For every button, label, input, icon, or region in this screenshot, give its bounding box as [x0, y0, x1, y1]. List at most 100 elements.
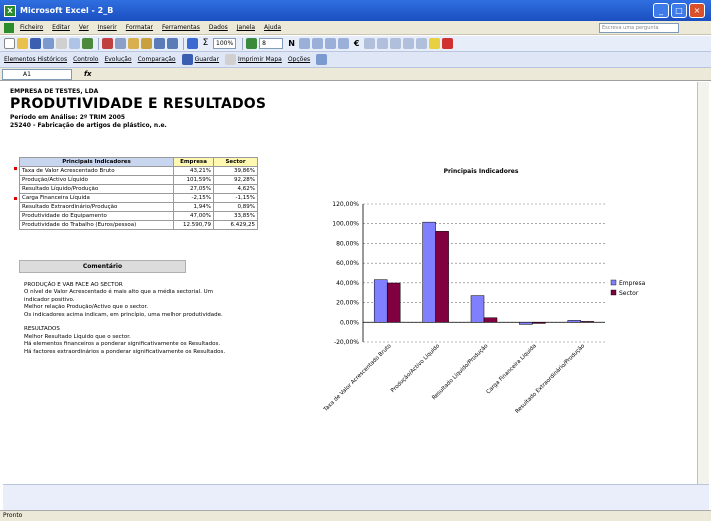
comment-line: O nível de Valor Acrescentado é mais alt…	[24, 289, 213, 296]
table-cell[interactable]: Produtividade do Equipamento	[19, 211, 174, 221]
align-right-icon[interactable]	[325, 38, 337, 49]
elementos-historicos-menu[interactable]: Elementos Históricos	[4, 56, 67, 63]
calendar-icon[interactable]	[316, 54, 328, 65]
comment-line: Há elementos financeiros a ponderar sign…	[24, 341, 221, 348]
paste-icon[interactable]	[128, 38, 139, 49]
open-icon[interactable]	[17, 38, 28, 49]
name-box[interactable]: A1	[2, 68, 72, 80]
table-row: Resultado Líquido/Produção 27,05% 4,62%	[19, 184, 258, 194]
table-row: Produtividade do Trabalho (Euros/pessoa)…	[19, 220, 258, 230]
indent-icon[interactable]	[390, 38, 402, 49]
opcoes-menu[interactable]: Opções	[288, 56, 310, 63]
table-cell[interactable]: Carga Financeira Líquida	[19, 193, 174, 203]
bold-button[interactable]: N	[286, 38, 297, 49]
imprimir-mapa-button[interactable]: Imprimir Mapa	[238, 56, 282, 63]
menu-inserir[interactable]: Inserir	[98, 24, 117, 31]
table-cell[interactable]: 1,94%	[173, 202, 214, 212]
table-cell[interactable]: Taxa de Valor Acrescentado Bruto	[19, 166, 174, 176]
hyperlink-icon[interactable]	[187, 38, 198, 49]
zoom-select[interactable]: 100%	[213, 38, 237, 49]
y-tick-label: 60,00%	[336, 260, 359, 267]
menu-editar[interactable]: Editar	[52, 24, 70, 31]
save-icon[interactable]	[30, 38, 41, 49]
x-category-label: Produção/Activo Líquido	[389, 342, 441, 394]
comentario-button[interactable]: Comentário	[19, 260, 186, 273]
table-cell[interactable]: -1,15%	[213, 193, 258, 203]
decimal-icon[interactable]	[377, 38, 389, 49]
currency-button[interactable]: €	[351, 38, 362, 49]
menu-ajuda[interactable]: Ajuda	[264, 24, 281, 31]
table-cell[interactable]: 4,62%	[213, 184, 258, 194]
worksheet[interactable]: EMPRESA DE TESTES, LDA PRODUTIVIDADE E R…	[3, 82, 696, 484]
close-button[interactable]: ×	[689, 3, 705, 18]
menu-formatar[interactable]: Formatar	[126, 24, 153, 31]
table-cell[interactable]: 92,28%	[213, 175, 258, 185]
font-size-select[interactable]: 8	[259, 38, 284, 49]
separator	[242, 37, 244, 50]
table-cell[interactable]: 12.590,79	[173, 220, 214, 230]
copy-icon[interactable]	[115, 38, 126, 49]
menu-ficheiro[interactable]: Ficheiro	[20, 24, 43, 31]
help-icon[interactable]	[246, 38, 258, 49]
table-cell[interactable]: 43,21%	[173, 166, 214, 176]
print-icon[interactable]	[56, 38, 67, 49]
table-cell[interactable]: Produção/Activo Líquido	[19, 175, 174, 185]
comment-indicator	[14, 197, 17, 200]
vertical-scrollbar[interactable]	[697, 82, 709, 484]
permission-icon[interactable]	[43, 38, 54, 49]
redo-icon[interactable]	[167, 38, 178, 49]
comment-line: Melhor relação Produção/Activo que o sec…	[24, 304, 149, 311]
table-cell[interactable]: 101,59%	[173, 175, 214, 185]
percent-icon[interactable]	[364, 38, 376, 49]
format-painter-icon[interactable]	[141, 38, 152, 49]
bar-empresa	[519, 322, 533, 325]
help-question-input[interactable]: Escreva uma pergunta	[599, 23, 679, 33]
custom-toolbar: Elementos Históricos Controlo Evolução C…	[0, 52, 711, 68]
menu-dados[interactable]: Dados	[209, 24, 228, 31]
bar-empresa	[422, 221, 436, 323]
merge-center-icon[interactable]	[338, 38, 350, 49]
y-tick-label: 20,00%	[336, 300, 359, 307]
company-name: EMPRESA DE TESTES, LDA	[10, 88, 99, 95]
outdent-icon[interactable]	[403, 38, 415, 49]
table-cell[interactable]: Resultado Líquido/Produção	[19, 184, 174, 194]
autosum-icon[interactable]: Σ	[200, 38, 211, 49]
table-cell[interactable]: 39,86%	[213, 166, 258, 176]
workbook-icon[interactable]	[4, 22, 14, 33]
new-icon[interactable]	[4, 38, 15, 49]
function-icon[interactable]: fx	[84, 70, 92, 78]
controlo-menu[interactable]: Controlo	[73, 56, 98, 63]
comparacao-menu[interactable]: Comparação	[138, 56, 176, 63]
spelling-icon[interactable]	[82, 38, 93, 49]
table-cell[interactable]: Produtividade do Trabalho (Euros/pessoa)	[19, 220, 174, 230]
preview-icon[interactable]	[69, 38, 80, 49]
borders-icon[interactable]	[416, 38, 428, 49]
table-cell[interactable]: 27,05%	[173, 184, 214, 194]
table-cell[interactable]: -2,15%	[173, 193, 214, 203]
table-row: Resultado Extraordinário/Produção 1,94% …	[19, 202, 258, 212]
minimize-button[interactable]: _	[653, 3, 669, 18]
undo-icon[interactable]	[154, 38, 165, 49]
align-left-icon[interactable]	[299, 38, 311, 49]
align-center-icon[interactable]	[312, 38, 324, 49]
guardar-button[interactable]: Guardar	[195, 56, 219, 63]
table-cell[interactable]: 0,89%	[213, 202, 258, 212]
table-cell[interactable]: 6.429,25	[213, 220, 258, 230]
bar-sector	[386, 282, 401, 323]
menu-ferramentas[interactable]: Ferramentas	[162, 24, 200, 31]
menu-ver[interactable]: Ver	[79, 24, 89, 31]
font-color-icon[interactable]	[442, 38, 454, 49]
comment-indicator	[14, 167, 17, 170]
maximize-button[interactable]: □	[671, 3, 687, 18]
evolucao-menu[interactable]: Evolução	[104, 56, 131, 63]
fill-color-icon[interactable]	[429, 38, 441, 49]
table-cell[interactable]: 33,85%	[213, 211, 258, 221]
table-cell[interactable]: 47,00%	[173, 211, 214, 221]
menu-janela[interactable]: Janela	[237, 24, 255, 31]
y-tick-label: 100,00%	[332, 221, 359, 228]
cut-icon[interactable]	[102, 38, 113, 49]
table-cell[interactable]: Resultado Extraordinário/Produção	[19, 202, 174, 212]
legend-swatch	[610, 279, 617, 286]
horizontal-scrollbar[interactable]	[3, 484, 709, 510]
indicators-chart[interactable]: Principais Indicadores 120,00% 100,00% 80,…	[315, 152, 685, 452]
